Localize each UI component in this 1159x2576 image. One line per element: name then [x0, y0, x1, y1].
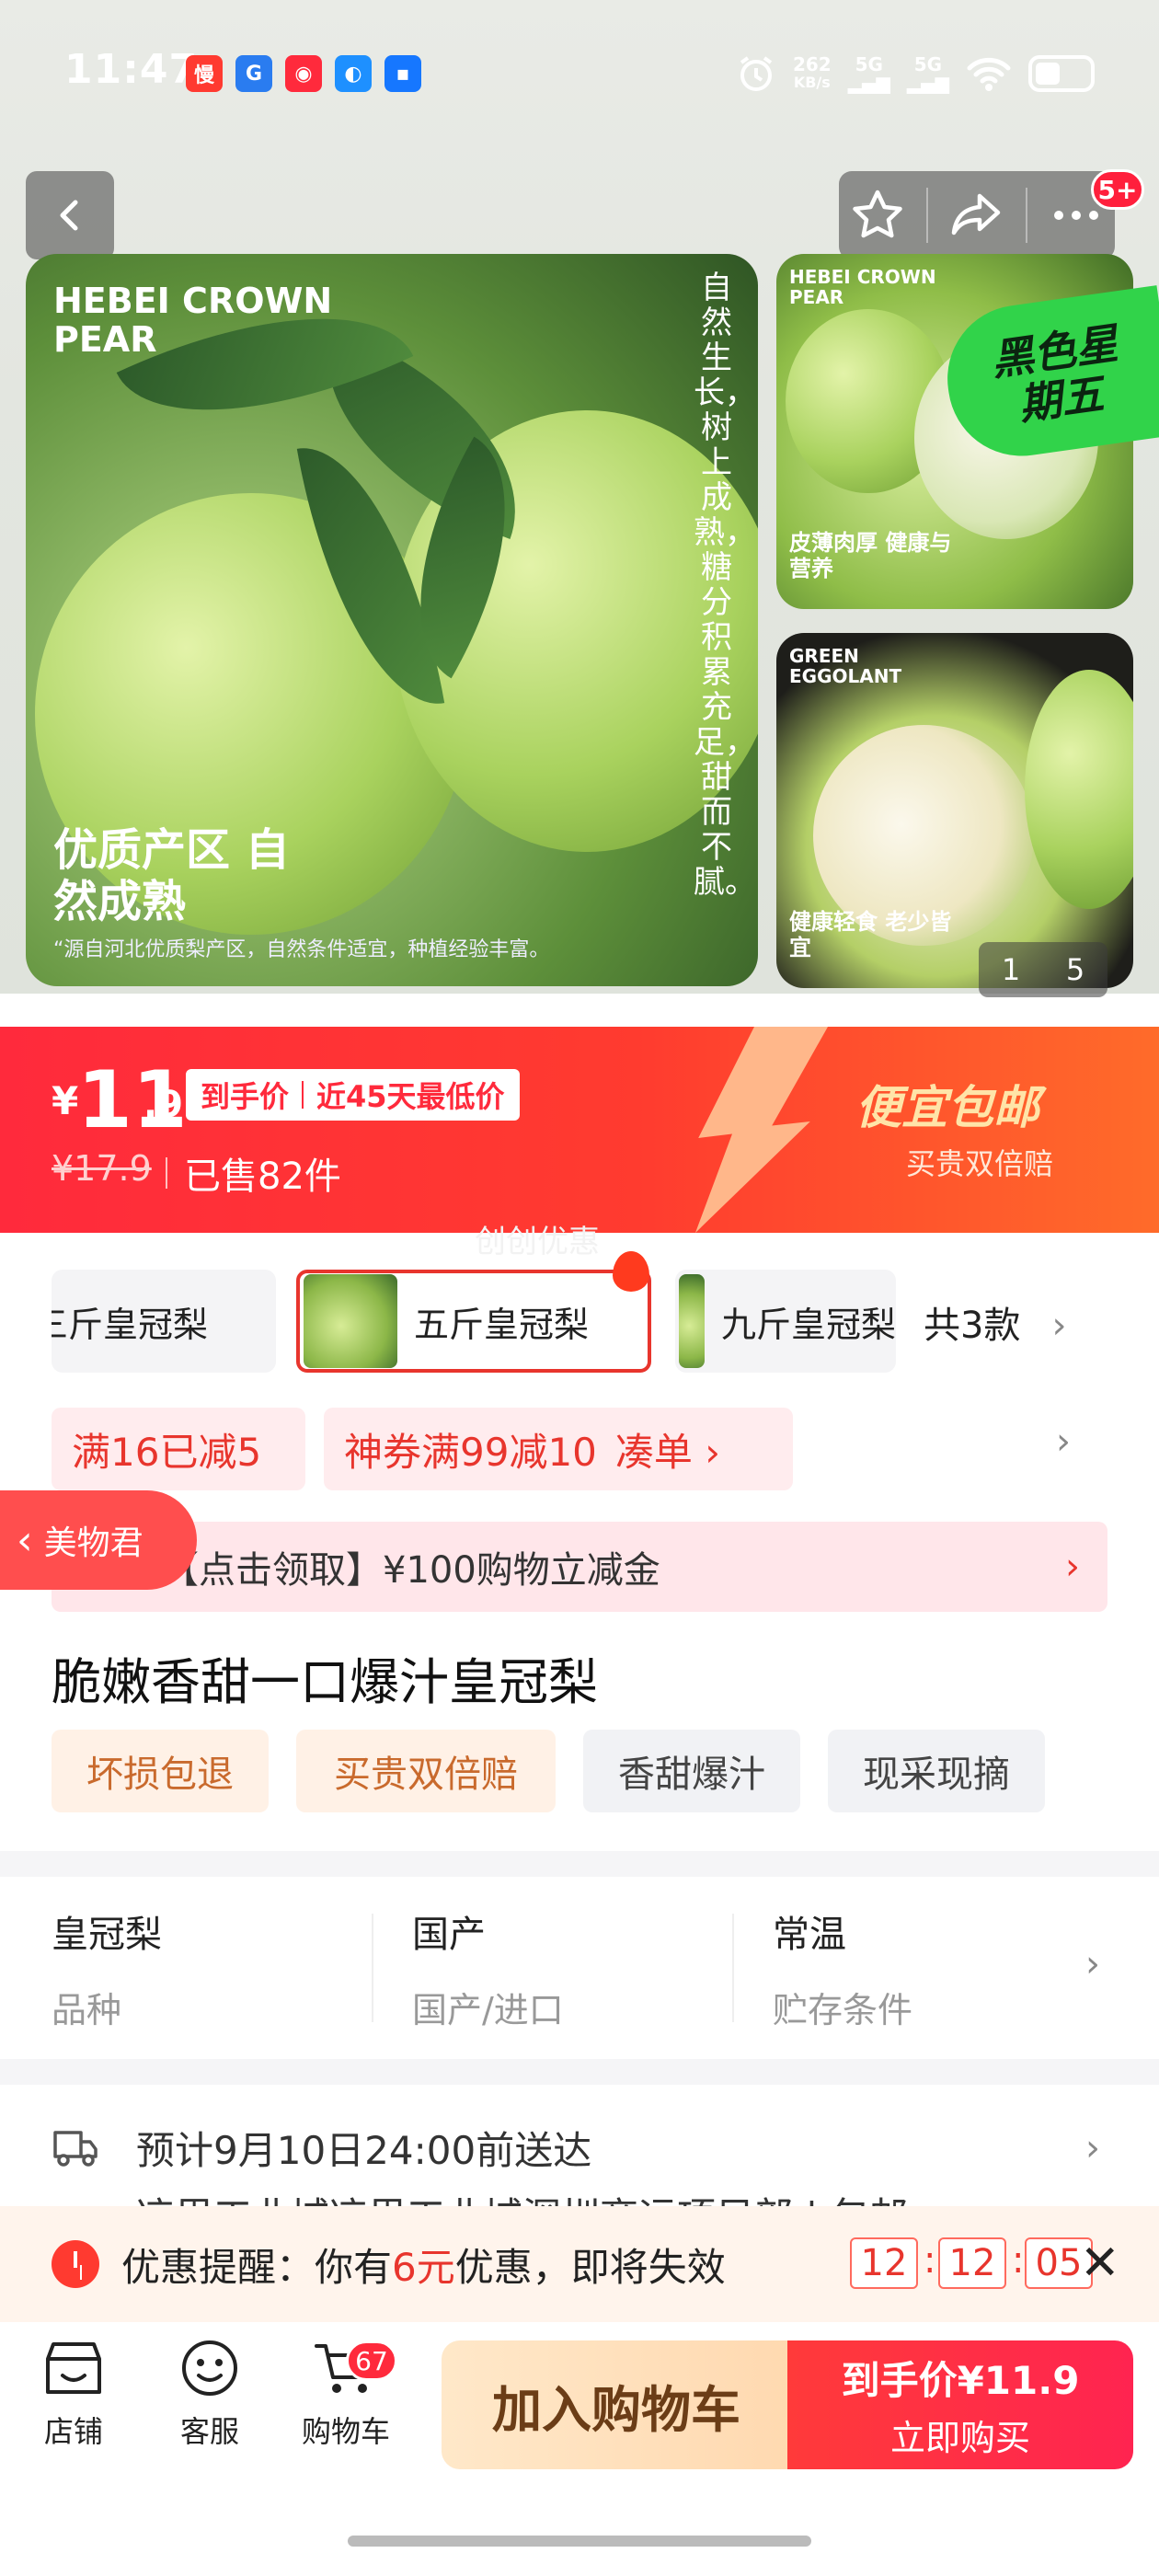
product-main-image[interactable]: HEBEI CROWN PEAR 自然生长，树上成熟，糖分积累充足，甜而不腻。 …	[26, 254, 758, 986]
chevron-left-icon	[60, 200, 78, 231]
variant-thumbnail	[304, 1274, 397, 1368]
floating-assistant-tab[interactable]: ‹ 美物君	[0, 1490, 197, 1590]
app-notification-icon: G	[235, 55, 272, 92]
status-icons: 262 KB/s 5G ▂▄▆ 5G ▂▄▆	[736, 51, 1095, 97]
chevron-right-icon[interactable]: ›	[1085, 1943, 1100, 1985]
thumb-caption: 健康轻食 老少皆宜	[789, 909, 952, 960]
image-headline: 优质产区 自然成熟	[53, 824, 290, 927]
watermark: 创创优惠	[475, 1224, 600, 1260]
promo-title: 便宜包邮	[855, 1081, 1039, 1134]
service-tag[interactable]: 买贵双倍赔	[296, 1730, 556, 1812]
variant-thumbnail	[679, 1274, 705, 1368]
customer-service-button[interactable]: 客服	[155, 2337, 265, 2451]
cart-count-badge: 67	[346, 2340, 397, 2381]
product-title: 脆嫩香甜一口爆汁皇冠梨	[52, 1653, 598, 1711]
close-icon[interactable]: ✕	[1080, 2239, 1120, 2287]
coupon-voucher[interactable]: 神券满99减10 凑单 ›	[324, 1408, 793, 1490]
thumb-title-en: HEBEI CROWN PEAR	[789, 266, 936, 308]
spec-storage[interactable]: 常温 贮存条件	[773, 1904, 912, 2032]
chevron-right-icon[interactable]: ›	[1056, 1420, 1071, 1463]
alarm-icon	[740, 56, 773, 91]
countdown-minutes: 12	[938, 2237, 1006, 2289]
home-indicator[interactable]	[348, 2536, 811, 2547]
spec-variety[interactable]: 皇冠梨 品种	[52, 1904, 162, 2032]
coupon-discount[interactable]: 满16已减5	[52, 1408, 305, 1490]
service-tag[interactable]: 坏损包退	[52, 1730, 269, 1812]
feature-tag[interactable]: 香甜爆汁	[583, 1730, 800, 1812]
buy-now-button[interactable]: 到手价¥11.9 立即购买	[787, 2340, 1133, 2469]
shop-button[interactable]: 店铺	[18, 2337, 129, 2451]
image-vertical-text: 自然生长，树上成熟，糖分积累充足，甜而不腻。	[694, 270, 756, 901]
promo-subtitle: 买贵双倍赔	[906, 1146, 1054, 1181]
clock-icon	[52, 2240, 99, 2288]
header-actions	[839, 171, 1115, 259]
app-notification-icon: 慢	[186, 55, 223, 92]
voucher-banner[interactable]: 【点击领取】¥100购物立减金 ›	[52, 1522, 1107, 1612]
add-to-cart-button[interactable]: 加入购物车	[442, 2340, 791, 2469]
original-price: ¥17.9	[52, 1148, 152, 1189]
gallery-pager: 15	[979, 942, 1107, 997]
reminder-text: 优惠提醒：你有6元优惠，即将失效	[121, 2244, 726, 2290]
app-notification-icon: ▪	[384, 55, 421, 92]
image-title-en: HEBEI CROWN PEAR	[53, 281, 333, 360]
truck-icon	[53, 2131, 98, 2167]
price-tag: 到手价 近45天最低价	[186, 1069, 520, 1121]
chat-smile-icon	[182, 2340, 237, 2396]
thumb-title-en: GREEN EGGOLANT	[789, 645, 902, 687]
divider	[0, 1851, 1159, 1877]
spec-origin[interactable]: 国产 国产/进口	[412, 1904, 564, 2032]
delivery-estimate[interactable]: 预计9月10日24:00前送达	[136, 2120, 591, 2176]
hot-flame-icon	[613, 1251, 649, 1292]
star-icon[interactable]	[849, 187, 906, 244]
store-icon	[46, 2342, 101, 2394]
sold-count: 已售82件	[166, 1146, 341, 1200]
share-icon[interactable]	[948, 187, 1005, 244]
price-decimal: .9	[143, 1084, 184, 1126]
net-speed: 262 KB/s	[792, 53, 832, 91]
gallery-thumbnail[interactable]: GREEN EGGOLANT 健康轻食 老少皆宜	[776, 633, 1133, 988]
app-notification-icon: ◐	[335, 55, 372, 92]
notification-badge: 5+	[1091, 169, 1144, 210]
currency-symbol: ¥	[52, 1078, 79, 1123]
divider	[0, 2059, 1159, 2085]
chevron-right-icon[interactable]: ›	[1085, 2127, 1100, 2169]
image-caption: “源自河北优质梨产区，自然条件适宜，种植经验丰富。	[53, 938, 550, 961]
battery-icon	[1028, 55, 1095, 92]
back-button[interactable]	[26, 171, 114, 259]
product-page: { "status_bar": { "time": "11:47", "net_…	[0, 0, 1159, 2576]
chevron-left-icon: ‹	[17, 1516, 33, 1564]
app-notification-icon: ◉	[285, 55, 322, 92]
signal-icon: 5G ▂▄▆	[906, 53, 949, 94]
wifi-icon	[967, 57, 1011, 91]
variant-count[interactable]: 共3款 ›	[924, 1295, 1066, 1349]
signal-icon: 5G ▂▄▆	[847, 53, 890, 94]
variant-option[interactable]: 三斤皇冠梨	[52, 1270, 276, 1373]
thumb-caption: 皮薄肉厚 健康与营养	[789, 530, 952, 581]
status-time: 11:47	[64, 46, 199, 93]
feature-tag[interactable]: 现采现摘	[828, 1730, 1045, 1812]
price-banner: ¥ 11 .9 到手价 近45天最低价 ¥17.9 已售82件 便宜包邮 买贵双倍…	[0, 1027, 1159, 1233]
variant-option-selected[interactable]: 五斤皇冠梨	[296, 1270, 651, 1373]
variant-option[interactable]: 九斤皇冠梨	[675, 1270, 896, 1373]
countdown-hours: 12	[850, 2237, 918, 2289]
